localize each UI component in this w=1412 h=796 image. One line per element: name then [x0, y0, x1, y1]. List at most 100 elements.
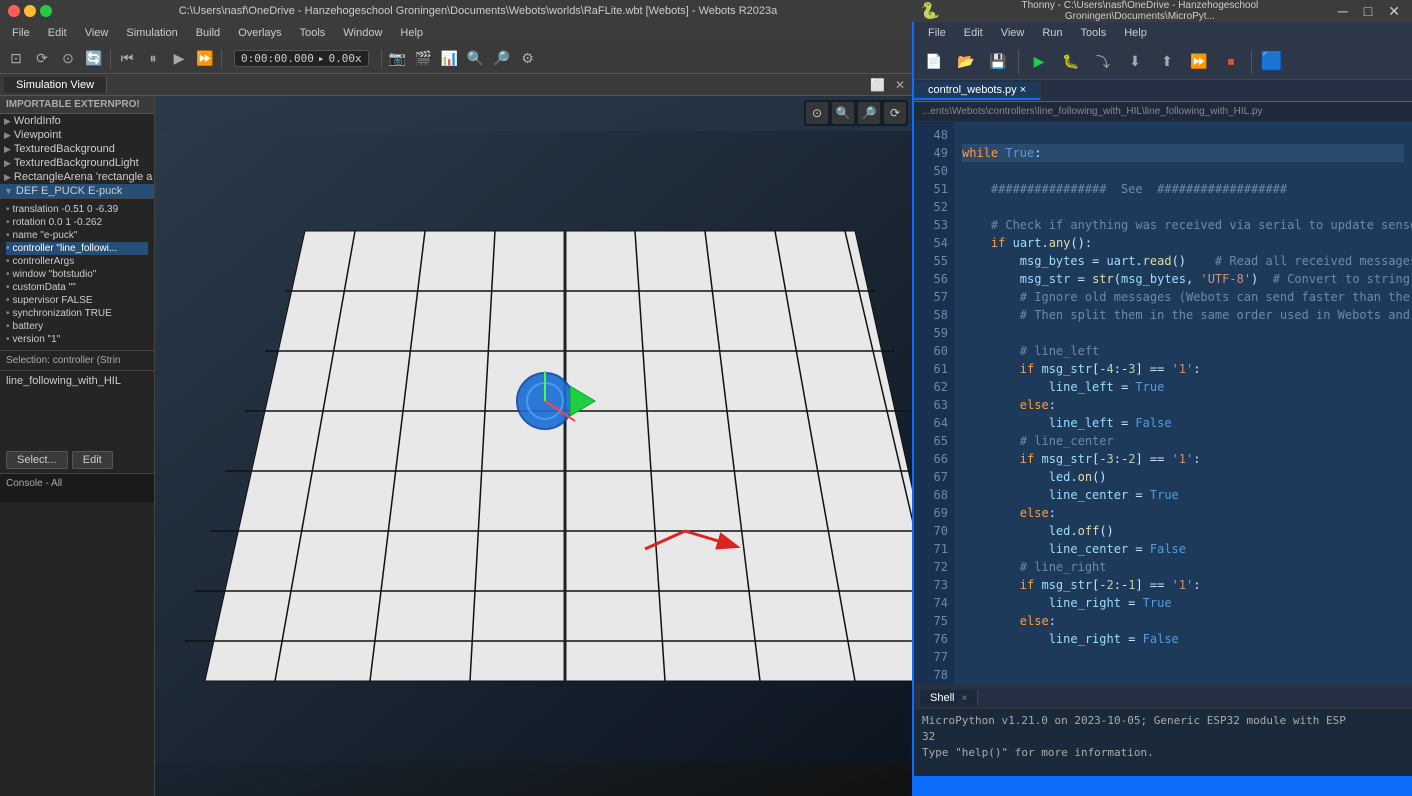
code-line-79[interactable]: ################ Think #################	[962, 684, 1404, 686]
menu-help[interactable]: Help	[392, 25, 431, 41]
thonny-menu-run[interactable]: Run	[1034, 25, 1070, 41]
code-line-75[interactable]: else:	[962, 612, 1404, 630]
prop-name[interactable]: •name "e-puck"	[6, 229, 148, 242]
code-line-74[interactable]: line_right = True	[962, 594, 1404, 612]
menu-overlays[interactable]: Overlays	[230, 25, 289, 41]
code-line-69[interactable]: else:	[962, 504, 1404, 522]
thonny-menu-help[interactable]: Help	[1116, 25, 1155, 41]
movie-btn[interactable]: 🎬	[412, 47, 436, 71]
chart-btn[interactable]: 📊	[438, 47, 462, 71]
thonny-open-btn[interactable]: 📂	[952, 48, 980, 76]
tab-expand-btn[interactable]: ⬜	[867, 78, 888, 92]
viewport-3d[interactable]: ⊙ 🔍 🔎 ⟳	[155, 96, 912, 796]
thonny-file-tab-control[interactable]: control_webots.py ×	[914, 82, 1041, 100]
thonny-stop-btn[interactable]: ⏹	[1217, 48, 1245, 76]
thonny-new-btn[interactable]: 📄	[920, 48, 948, 76]
prop-battery[interactable]: •battery	[6, 320, 148, 333]
new-world-btn[interactable]: ⊡	[4, 47, 28, 71]
code-line-57[interactable]: # Ignore old messages (Webots can send f…	[962, 288, 1404, 306]
code-line-72[interactable]: # line_right	[962, 558, 1404, 576]
code-line-77[interactable]	[962, 648, 1404, 666]
thonny-step-over-btn[interactable]: ⤵	[1089, 48, 1117, 76]
select-btn[interactable]: Select...	[6, 451, 68, 469]
code-line-71[interactable]: line_center = False	[962, 540, 1404, 558]
code-line-60[interactable]: # line_left	[962, 342, 1404, 360]
code-line-64[interactable]: line_left = False	[962, 414, 1404, 432]
save-world-btn[interactable]: ⊙	[56, 47, 80, 71]
prop-version[interactable]: •version "1"	[6, 333, 148, 346]
menu-tools[interactable]: Tools	[292, 25, 334, 41]
settings-btn[interactable]: ⚙	[516, 47, 540, 71]
thonny-run-btn[interactable]: ▶	[1025, 48, 1053, 76]
prop-window[interactable]: •window "botstudio"	[6, 268, 148, 281]
fast-fwd-btn[interactable]: ⏩	[193, 47, 217, 71]
code-line-66[interactable]: if msg_str[-3:-2] == '1':	[962, 450, 1404, 468]
thonny-menu-edit[interactable]: Edit	[956, 25, 991, 41]
code-line-61[interactable]: if msg_str[-4:-3] == '1':	[962, 360, 1404, 378]
code-line-52[interactable]	[962, 198, 1404, 216]
step-btn[interactable]: ⏸	[141, 47, 165, 71]
tree-world-info[interactable]: ▶ WorldInfo	[0, 114, 154, 128]
prop-rotation[interactable]: •rotation 0.0 1 -0.262	[6, 216, 148, 229]
thonny-menu-view[interactable]: View	[993, 25, 1033, 41]
code-line-55[interactable]: msg_bytes = uart.read() # Read all recei…	[962, 252, 1404, 270]
prop-controller[interactable]: •controller "line_followi...	[6, 242, 148, 255]
code-line-51[interactable]: ################ See ##################	[962, 180, 1404, 198]
thonny-debug-btn[interactable]: 🐛	[1057, 48, 1085, 76]
zoom-in-btn[interactable]: 🔍	[464, 47, 488, 71]
zoom-out-btn[interactable]: 🔎	[490, 47, 514, 71]
menu-edit[interactable]: Edit	[40, 25, 75, 41]
code-line-54[interactable]: if uart.any():	[962, 234, 1404, 252]
code-line-63[interactable]: else:	[962, 396, 1404, 414]
prop-custom-data[interactable]: •customData ""	[6, 281, 148, 294]
shell-close-btn[interactable]: ×	[962, 693, 968, 704]
tab-close-btn[interactable]: ✕	[892, 78, 908, 92]
prop-supervisor[interactable]: •supervisor FALSE	[6, 294, 148, 307]
vp-btn-2[interactable]: 🔍	[832, 102, 854, 124]
tree-textured-bg-light[interactable]: ▶ TexturedBackgroundLight	[0, 156, 154, 170]
menu-window[interactable]: Window	[335, 25, 390, 41]
code-content[interactable]: while True: ################ See #######…	[954, 122, 1412, 686]
play-btn[interactable]: ▶	[167, 47, 191, 71]
code-line-76[interactable]: line_right = False	[962, 630, 1404, 648]
open-world-btn[interactable]: ⟳	[30, 47, 54, 71]
thonny-step-into-btn[interactable]: ⬇	[1121, 48, 1149, 76]
code-line-53[interactable]: # Check if anything was received via ser…	[962, 216, 1404, 234]
reset-btn[interactable]: ⏮	[115, 47, 139, 71]
menu-view[interactable]: View	[77, 25, 117, 41]
thonny-menu-file[interactable]: File	[920, 25, 954, 41]
vp-btn-4[interactable]: ⟳	[884, 102, 906, 124]
code-line-70[interactable]: led.off()	[962, 522, 1404, 540]
code-line-73[interactable]: if msg_str[-2:-1] == '1':	[962, 576, 1404, 594]
prop-controller-args[interactable]: •controllerArgs	[6, 255, 148, 268]
code-line-48[interactable]	[962, 126, 1404, 144]
code-line-78[interactable]	[962, 666, 1404, 684]
thonny-min-btn[interactable]: ─	[1334, 3, 1352, 20]
code-line-56[interactable]: msg_str = str(msg_bytes, 'UTF-8') # Conv…	[962, 270, 1404, 288]
code-line-59[interactable]	[962, 324, 1404, 342]
shell-tab[interactable]: Shell ×	[920, 690, 978, 706]
thonny-resume-btn[interactable]: ⏩	[1185, 48, 1213, 76]
sim-view-tab[interactable]: Simulation View	[4, 77, 107, 93]
code-line-65[interactable]: # line_center	[962, 432, 1404, 450]
code-line-67[interactable]: led.on()	[962, 468, 1404, 486]
menu-simulation[interactable]: Simulation	[118, 25, 185, 41]
reload-btn[interactable]: 🔄	[82, 47, 106, 71]
thonny-close-btn[interactable]: ✕	[1384, 3, 1404, 20]
edit-btn[interactable]: Edit	[72, 451, 113, 469]
menu-file[interactable]: File	[4, 25, 38, 41]
webots-max-btn[interactable]	[40, 5, 52, 17]
code-line-58[interactable]: # Then split them in the same order used…	[962, 306, 1404, 324]
prop-translation[interactable]: •translation -0.51 0 -6.39	[6, 203, 148, 216]
prop-synchronization[interactable]: •synchronization TRUE	[6, 307, 148, 320]
webots-min-btn[interactable]	[24, 5, 36, 17]
code-line-49[interactable]: while True:	[962, 144, 1404, 162]
vp-btn-3[interactable]: 🔎	[858, 102, 880, 124]
tree-textured-bg[interactable]: ▶ TexturedBackground	[0, 142, 154, 156]
webots-close-btn[interactable]	[8, 5, 20, 17]
menu-build[interactable]: Build	[188, 25, 228, 41]
code-line-62[interactable]: line_left = True	[962, 378, 1404, 396]
thonny-max-btn[interactable]: □	[1360, 3, 1376, 20]
vp-btn-1[interactable]: ⊙	[806, 102, 828, 124]
screenshot-btn[interactable]: 📷	[386, 47, 410, 71]
